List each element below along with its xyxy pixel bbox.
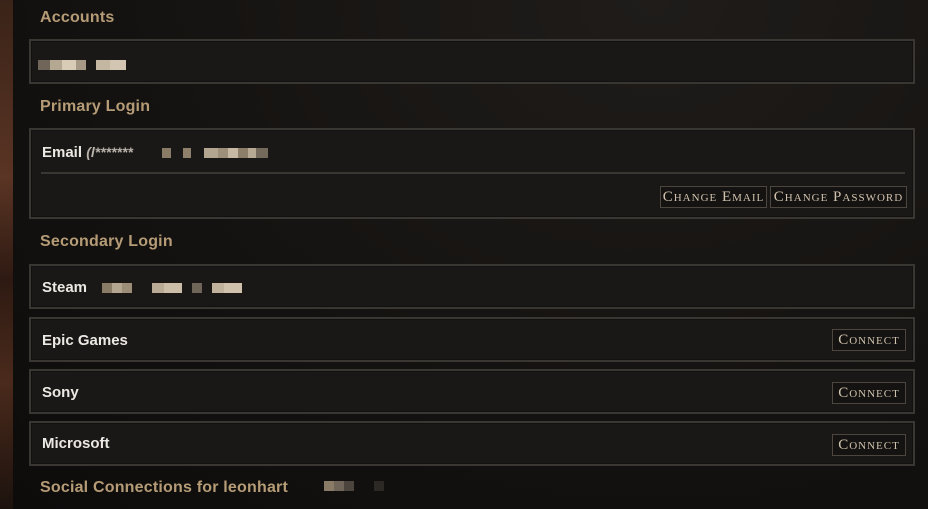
background-art-strip [0,0,13,509]
redacted-email-address [162,148,268,158]
redacted-steam-account [102,283,242,293]
masked-email-prefix: (l******* [86,144,133,160]
sony-label: Sony [42,384,79,401]
microsoft-login-card: Microsoft Connect [29,421,915,466]
account-name-card [29,39,915,84]
email-row: Email (l******* [42,144,133,161]
epic-games-connect-button[interactable]: Connect [832,329,906,351]
secondary-login-heading: Secondary Login [40,233,173,250]
microsoft-connect-button[interactable]: Connect [832,434,906,456]
steam-login-card: Steam [29,264,915,309]
primary-login-card: Email (l******* Change Email Change Pass… [29,128,915,219]
change-password-button[interactable]: Change Password [770,186,907,208]
sony-login-card: Sony Connect [29,369,915,414]
epic-games-label: Epic Games [42,332,128,349]
epic-games-login-card: Epic Games Connect [29,317,915,362]
redacted-username-suffix [324,481,384,491]
email-label: Email [42,144,83,161]
social-connections-heading: Social Connections for leonhart [40,479,289,496]
sony-connect-button[interactable]: Connect [832,382,906,404]
redacted-account-name [38,60,126,70]
change-email-button[interactable]: Change Email [660,186,767,208]
accounts-heading: Accounts [40,9,115,26]
primary-login-divider [41,172,905,174]
microsoft-label: Microsoft [42,435,110,452]
steam-label: Steam [42,279,88,296]
primary-login-heading: Primary Login [40,98,151,115]
accounts-panel: Accounts Primary Login Email (l******* C… [13,0,928,509]
